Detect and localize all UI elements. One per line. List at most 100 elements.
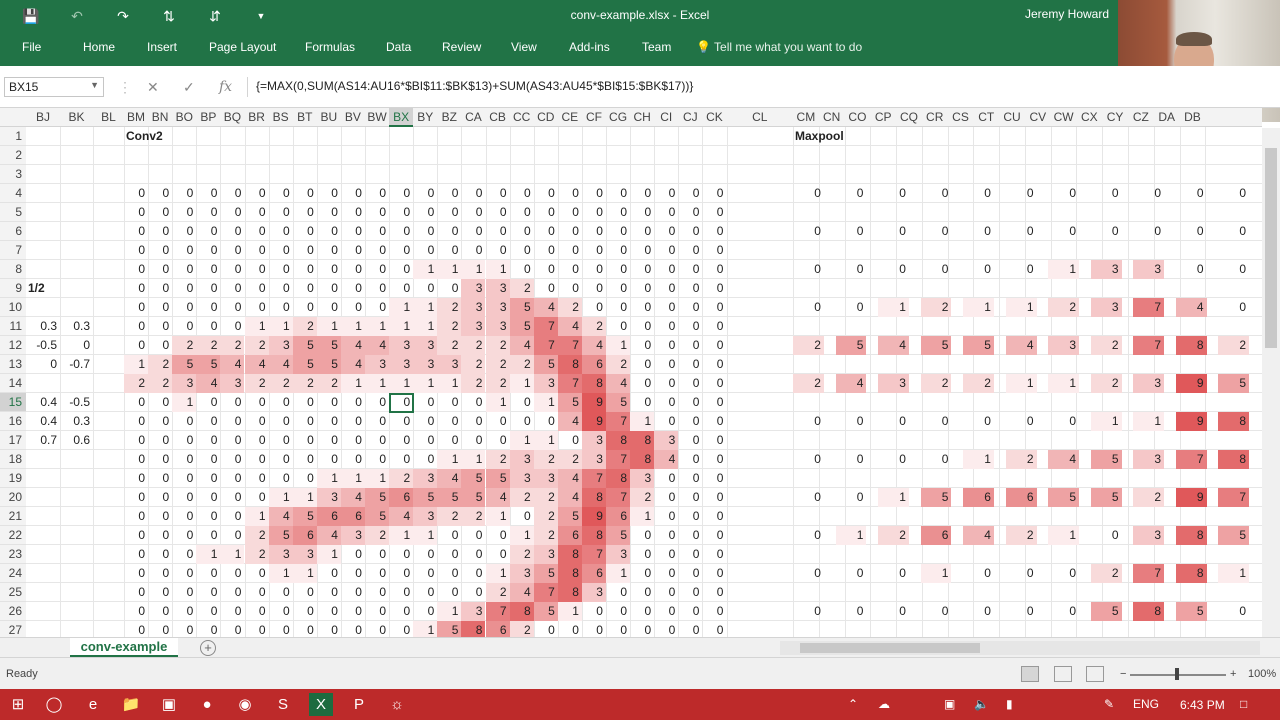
conv2-cell[interactable]: 0 [654,488,678,507]
maxpool-cell[interactable]: 1 [963,450,994,469]
conv2-cell[interactable]: 1 [485,564,510,583]
conv2-cell[interactable]: 0 [196,260,220,279]
conv2-cell[interactable]: 0 [220,602,244,621]
conv2-cell[interactable]: 2 [244,545,269,564]
conv2-cell[interactable]: 0 [172,298,196,317]
weight-cell[interactable]: -0.5 [60,393,93,412]
conv2-cell[interactable]: 0 [461,564,485,583]
conv2-cell[interactable]: 0 [148,431,172,450]
conv2-cell[interactable]: 0 [558,431,582,450]
chevron-down-icon[interactable]: ▼ [90,80,99,90]
conv2-cell[interactable]: 1 [196,545,221,564]
conv2-cell[interactable]: 0 [317,412,341,431]
conv2-cell[interactable]: 2 [461,355,486,374]
conv2-cell[interactable]: 0 [293,298,317,317]
ribbon-tab-data[interactable]: Data [386,40,411,54]
conv2-cell[interactable]: 0 [196,469,220,488]
maxpool-cell[interactable]: 0 [793,602,824,621]
conv2-cell[interactable]: 0 [510,184,534,203]
maxpool-cell[interactable]: 0 [793,488,824,507]
conv2-cell[interactable]: 0 [389,241,413,260]
conv2-cell[interactable]: 0 [269,431,293,450]
conv2-cell[interactable]: 0 [269,222,293,241]
conv2-cell[interactable]: 3 [581,431,606,450]
conv2-cell[interactable]: 2 [485,374,510,393]
conv2-cell[interactable]: 0 [341,602,365,621]
conv2-cell[interactable]: 0 [654,526,678,545]
conv2-cell[interactable]: 0 [317,222,341,241]
conv2-cell[interactable]: 0 [172,241,196,260]
conv2-cell[interactable]: 1 [172,393,197,412]
maxpool-cell[interactable]: 0 [1048,184,1079,203]
column-header-bm[interactable]: BM [124,108,148,127]
row-header-4[interactable]: 4 [0,184,26,203]
conv2-cell[interactable]: 0 [702,621,726,637]
conv2-cell[interactable]: 0 [486,184,510,203]
conv2-cell[interactable]: 0 [245,488,269,507]
conv2-cell[interactable]: 0 [630,279,654,298]
conv2-cell[interactable]: 4 [581,336,606,355]
conv2-cell[interactable]: 0 [389,621,413,637]
conv2-cell[interactable]: 2 [268,374,293,393]
conv2-cell[interactable]: 3 [220,374,245,393]
conv2-cell[interactable]: 0 [534,184,558,203]
conv2-cell[interactable]: 2 [557,450,582,469]
column-header-ch[interactable]: CH [630,108,654,127]
conv2-cell[interactable]: 8 [630,431,655,450]
maxpool-cell[interactable]: 0 [836,450,867,469]
conv2-cell[interactable]: 3 [413,336,438,355]
column-header-cc[interactable]: CC [510,108,534,127]
conv2-cell[interactable]: 0 [148,507,172,526]
conv2-cell[interactable]: 2 [389,469,414,488]
conv2-cell[interactable]: 2 [606,355,631,374]
conv2-cell[interactable]: 0 [702,203,726,222]
conv2-cell[interactable]: 0 [148,545,172,564]
column-header-cy[interactable]: CY [1102,108,1128,127]
conv2-cell[interactable]: 0 [148,564,172,583]
conv2-cell[interactable]: 0 [461,393,485,412]
maxpool-cell[interactable]: 2 [793,336,824,355]
conv2-cell[interactable]: 0 [437,184,461,203]
conv2-cell[interactable]: 0 [678,469,702,488]
conv2-cell[interactable]: 0 [413,241,437,260]
conv2-cell[interactable]: 0 [510,203,534,222]
conv2-cell[interactable]: 0 [293,222,317,241]
conv2-cell[interactable]: 0 [172,412,196,431]
conv2-cell[interactable]: 0 [389,450,413,469]
volume-icon[interactable]: 🔈 [974,697,989,711]
conv2-cell[interactable]: 1 [485,393,510,412]
conv2-cell[interactable]: 0 [413,184,437,203]
conv2-cell[interactable]: 0 [365,583,389,602]
conv2-cell[interactable]: 4 [557,317,582,336]
page-break-view-icon[interactable] [1086,666,1104,682]
conv2-cell[interactable]: 0 [654,203,678,222]
conv2-cell[interactable]: 0 [245,602,269,621]
conv2-cell[interactable]: 0 [654,355,678,374]
maxpool-cell[interactable]: 0 [793,564,824,583]
conv2-cell[interactable]: 0 [702,241,726,260]
conv2-cell[interactable]: 0 [124,298,148,317]
conv2-cell[interactable]: 0 [124,260,148,279]
maxpool-cell[interactable]: 0 [836,488,867,507]
conv2-cell[interactable]: 0 [437,545,461,564]
conv2-cell[interactable]: 0 [341,222,365,241]
conv2-cell[interactable]: 0 [269,298,293,317]
conv2-cell[interactable]: 5 [172,355,197,374]
conv2-cell[interactable]: 0 [172,260,196,279]
maxpool-cell[interactable]: 0 [1176,184,1207,203]
conv2-cell[interactable]: 2 [244,336,269,355]
conv2-cell[interactable]: 0 [365,621,389,637]
maxpool-cell[interactable]: 1 [920,564,952,583]
conv2-cell[interactable]: 7 [581,545,606,564]
row-header-27[interactable]: 27 [0,621,26,637]
conv2-cell[interactable]: 4 [509,583,534,602]
conv2-cell[interactable]: 0 [317,621,341,637]
conv2-cell[interactable]: 0 [196,298,220,317]
conv2-cell[interactable]: 0 [558,260,582,279]
maxpool-cell[interactable]: 0 [1091,184,1122,203]
conv2-cell[interactable]: 0 [196,602,220,621]
conv2-cell[interactable]: 0 [245,621,269,637]
weight-cell[interactable]: 0 [26,355,60,374]
conv2-cell[interactable]: 0 [389,203,413,222]
ribbon-tab-team[interactable]: Team [642,40,671,54]
